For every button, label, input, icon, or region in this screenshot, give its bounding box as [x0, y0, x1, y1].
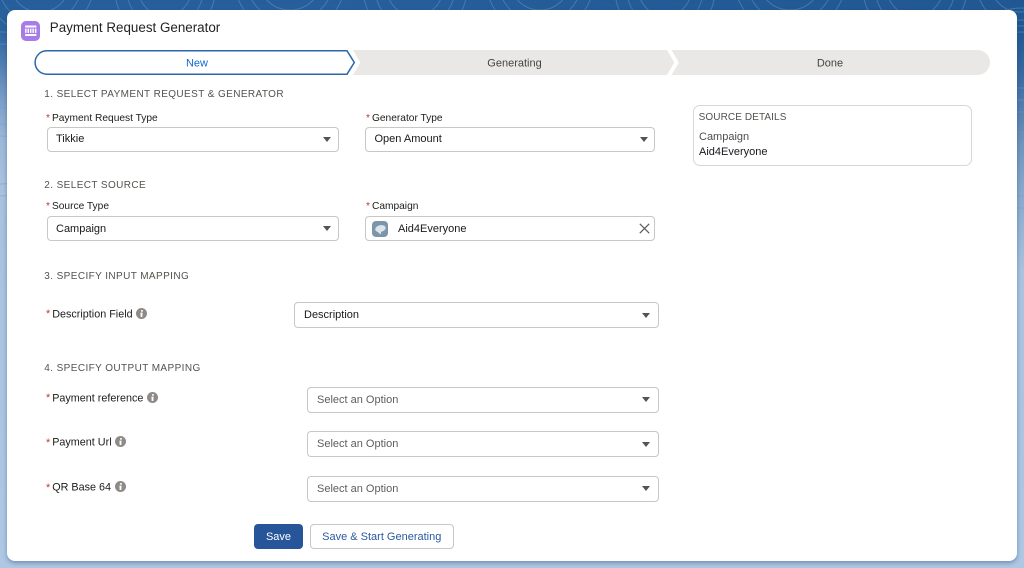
svg-text:Generating: Generating — [487, 58, 541, 70]
svg-text:Done: Done — [817, 58, 843, 70]
svg-text:New: New — [186, 58, 208, 70]
